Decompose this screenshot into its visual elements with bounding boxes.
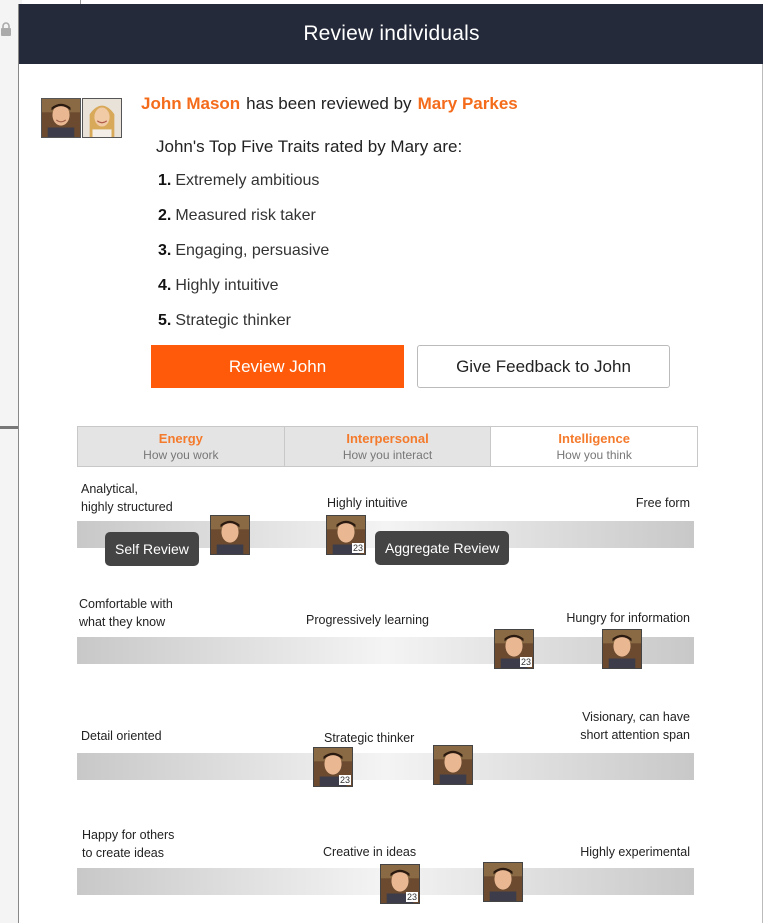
aggregate-review-marker[interactable]: 23 (380, 864, 420, 904)
trait-item: 2. Measured risk taker (158, 207, 316, 225)
scale-right-label: Highly experimental (580, 845, 690, 859)
tab-intelligence[interactable]: Intelligence How you think (491, 427, 698, 466)
trait-text: Engaging, persuasive (175, 242, 330, 259)
review-summary: John Mason has been reviewed by Mary Parke… (141, 94, 518, 114)
review-john-button[interactable]: Review John (151, 345, 404, 388)
modal-header: Review individuals (19, 4, 763, 64)
scale-left-label: Comfortable with what they know (79, 597, 173, 629)
self-review-marker[interactable] (602, 629, 642, 669)
tab-interpersonal[interactable]: Interpersonal How you interact (284, 427, 492, 466)
review-count: 23 (338, 775, 351, 785)
trait-text: Highly intuitive (175, 277, 279, 294)
scale-left-label: Happy for others to create ideas (82, 828, 175, 860)
reviewee-name[interactable]: John Mason (141, 94, 240, 113)
trait-number: 1. (158, 172, 172, 189)
trait-number: 5. (158, 312, 172, 329)
review-connector: has been reviewed by (246, 94, 412, 113)
trait-item: 4. Highly intuitive (158, 277, 279, 295)
review-count: 23 (405, 892, 418, 902)
review-modal: Review individuals John Mason has been re… (18, 4, 763, 923)
self-review-marker[interactable] (483, 862, 523, 902)
trait-text: Strategic thinker (175, 312, 291, 329)
give-feedback-button[interactable]: Give Feedback to John (417, 345, 670, 388)
tab-energy[interactable]: Energy How you work (78, 427, 285, 466)
reviewee-avatar (41, 98, 81, 138)
trait-item: 1. Extremely ambitious (158, 172, 319, 190)
aggregate-review-marker[interactable]: 23 (313, 747, 353, 787)
modal-title: Review individuals (303, 22, 480, 45)
tab-subtitle: How you work (143, 448, 219, 462)
trait-category-tabs: Energy How you work Interpersonal How yo… (77, 426, 698, 467)
lock-icon (1, 22, 11, 36)
tab-title: Interpersonal (346, 431, 429, 446)
self-review-tooltip: Self Review (105, 532, 199, 566)
trait-number: 4. (158, 277, 172, 294)
trait-text: Measured risk taker (175, 207, 316, 224)
self-review-marker[interactable] (210, 515, 250, 555)
aggregate-review-marker[interactable]: 23 (326, 515, 366, 555)
tab-subtitle: How you interact (342, 448, 433, 462)
trait-item: 3. Engaging, persuasive (158, 242, 329, 260)
trait-number: 2. (158, 207, 172, 224)
review-count: 23 (351, 543, 364, 553)
scale-right-label: Free form (635, 496, 690, 510)
scale-middle-label: Highly intuitive (327, 496, 408, 510)
tab-title: Intelligence (558, 431, 630, 446)
scale-middle-label: Creative in ideas (323, 845, 417, 859)
trait-number: 3. (158, 242, 172, 259)
scale-left-label: Detail oriented (81, 729, 162, 743)
trait-item: 5. Strategic thinker (158, 312, 291, 330)
aggregate-review-tooltip: Aggregate Review (375, 531, 510, 565)
traits-intro: John's Top Five Traits rated by Mary are… (156, 137, 463, 156)
scale-middle-label: Strategic thinker (324, 731, 415, 745)
tab-subtitle: How you think (556, 448, 632, 462)
scale-middle-label: Progressively learning (306, 613, 429, 627)
scale-bar (77, 753, 694, 780)
reviewer-name[interactable]: Mary Parkes (418, 94, 518, 113)
trait-text: Extremely ambitious (175, 172, 320, 189)
review-count: 23 (519, 657, 532, 667)
scale-right-label: Visionary, can have short attention span (580, 710, 690, 742)
reviewer-avatar (82, 98, 122, 138)
aggregate-review-marker[interactable]: 23 (494, 629, 534, 669)
scale-right-label: Hungry for information (566, 611, 690, 625)
tab-title: Energy (158, 431, 203, 446)
self-review-marker[interactable] (433, 745, 473, 785)
scale-left-label: Analytical, highly structured (81, 482, 173, 514)
